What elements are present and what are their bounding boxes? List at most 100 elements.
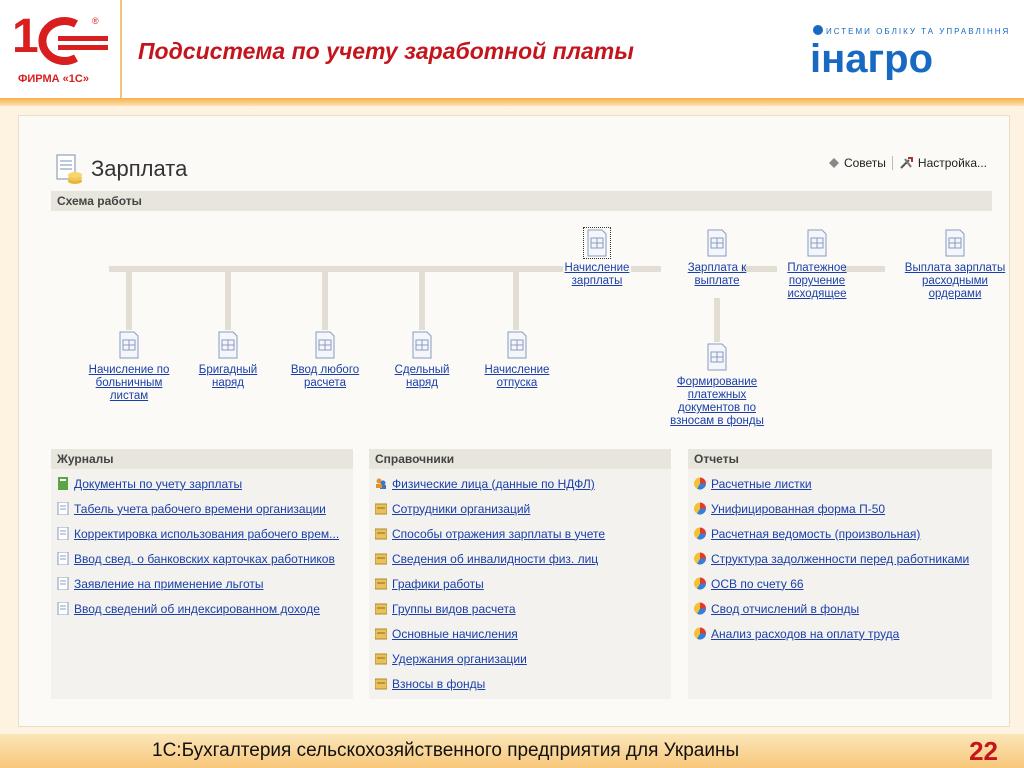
document-icon <box>807 229 827 257</box>
list-item-label: Физические лица (данные по НДФЛ) <box>392 476 595 491</box>
window-toolbar: Советы Настройка... <box>827 156 987 170</box>
slide-footer: 1С:Бухгалтерия сельскохозяйственного пре… <box>0 734 1024 768</box>
list-item[interactable]: Расчетная ведомость (произвольная) <box>688 521 992 546</box>
list-item[interactable]: Расчетные листки <box>688 471 992 496</box>
list-item-label: Анализ расходов на оплату труда <box>711 626 900 641</box>
document-icon <box>57 502 69 515</box>
node-fund-payments[interactable]: Формирование платежных документов по взн… <box>663 342 771 428</box>
reports-panel: Отчеты Расчетные листки Унифицированная … <box>688 449 992 699</box>
node-cash-payout[interactable]: Выплата зарплаты расходными ордерами <box>897 228 1013 301</box>
node-label: Сдельный наряд <box>394 364 450 389</box>
list-item-label: Структура задолженности перед работникам… <box>711 551 970 566</box>
list-item-label: Группы видов расчета <box>392 601 516 616</box>
node-label: Зарплата к выплате <box>687 262 747 287</box>
list-item-label: Табель учета рабочего времени организаци… <box>74 501 326 516</box>
list-item[interactable]: Унифицированная форма П-50 <box>688 496 992 521</box>
list-item-label: Расчетные листки <box>711 476 812 491</box>
node-brigade-order[interactable]: Бригадный наряд <box>185 330 271 390</box>
references-header: Справочники <box>369 449 671 469</box>
list-item[interactable]: Взносы в фонды <box>369 671 671 696</box>
connector <box>513 266 519 330</box>
connector <box>714 298 720 342</box>
list-item-label: Расчетная ведомость (произвольная) <box>711 526 921 541</box>
journals-panel: Журналы Документы по учету зарплаты Табе… <box>51 449 353 699</box>
list-item[interactable]: Ввод сведений об индексированном доходе <box>51 596 353 621</box>
node-label: Выплата зарплаты расходными ордерами <box>904 262 1006 300</box>
catalog-icon <box>375 628 387 640</box>
document-icon <box>218 331 238 359</box>
list-item-label: Свод отчислений в фонды <box>711 601 860 616</box>
node-payment-order[interactable]: Платежное поручение исходящее <box>781 228 853 301</box>
node-any-calculation[interactable]: Ввод любого расчета <box>281 330 369 390</box>
document-icon <box>57 602 69 615</box>
node-payroll-accrual[interactable]: Начисление зарплаты <box>563 227 631 288</box>
header-band <box>0 98 1024 106</box>
connector <box>322 266 328 330</box>
document-icon <box>315 331 335 359</box>
report-icon <box>694 627 706 640</box>
list-item-label: Документы по учету зарплаты <box>74 476 243 491</box>
document-icon <box>707 229 727 257</box>
journal-icon <box>58 477 68 490</box>
list-item[interactable]: Заявление на применение льготы <box>51 571 353 596</box>
settings-button[interactable]: Настройка... <box>899 156 987 170</box>
list-item-label: Способы отражения зарплаты в учете <box>392 526 606 541</box>
list-item[interactable]: Корректировка использования рабочего вре… <box>51 521 353 546</box>
report-icon <box>694 477 706 490</box>
list-item[interactable]: ОСВ по счету 66 <box>688 571 992 596</box>
report-icon <box>694 552 706 565</box>
logo-caption: ФИРМА «1С» <box>18 73 89 85</box>
connector <box>419 266 425 330</box>
inagro-tagline: ИСТЕМИ ОБЛІКУ ТА УПРАВЛІННЯ <box>826 27 1010 36</box>
connector <box>109 266 563 272</box>
page-number: 22 <box>969 736 998 766</box>
document-icon <box>57 527 69 540</box>
scheme-header: Схема работы <box>51 191 992 211</box>
salary-icon <box>56 154 82 184</box>
toolbar-divider <box>891 156 893 170</box>
list-item-label: Удержания организации <box>392 651 527 666</box>
list-item-label: Ввод сведений об индексированном доходе <box>74 601 320 616</box>
list-item[interactable]: Ввод свед. о банковских карточках работн… <box>51 546 353 571</box>
list-item[interactable]: Структура задолженности перед работникам… <box>688 546 992 571</box>
tips-button[interactable]: Советы <box>827 156 886 170</box>
catalog-icon <box>375 678 387 690</box>
report-icon <box>694 577 706 590</box>
list-item[interactable]: Свод отчислений в фонды <box>688 596 992 621</box>
connector <box>126 266 132 330</box>
list-item[interactable]: Анализ расходов на оплату труда <box>688 621 992 646</box>
list-item[interactable]: Удержания организации <box>369 646 671 671</box>
references-panel: Справочники Физические лица (данные по Н… <box>369 449 671 699</box>
list-item[interactable]: Документы по учету зарплаты <box>51 471 353 496</box>
node-piecework-order[interactable]: Сдельный наряд <box>379 330 465 390</box>
document-icon <box>119 331 139 359</box>
firma-1c-logo: 1 ® ФИРМА «1С» <box>8 8 114 88</box>
tools-icon <box>900 157 913 169</box>
list-item[interactable]: Физические лица (данные по НДФЛ) <box>369 471 671 496</box>
node-vacation-accrual[interactable]: Начисление отпуска <box>475 330 559 390</box>
catalog-icon <box>375 528 387 540</box>
list-item[interactable]: Способы отражения зарплаты в учете <box>369 521 671 546</box>
report-icon <box>694 502 706 515</box>
node-salary-to-pay[interactable]: Зарплата к выплате <box>677 228 757 288</box>
inagro-logo: ИСТЕМИ ОБЛІКУ ТА УПРАВЛІННЯ інагро <box>810 25 1010 80</box>
catalog-icon <box>375 553 387 565</box>
list-item[interactable]: Табель учета рабочего времени организаци… <box>51 496 353 521</box>
node-sick-leave[interactable]: Начисление по больничным листам <box>81 330 177 403</box>
list-item-label: ОСВ по счету 66 <box>711 576 804 591</box>
catalog-icon <box>375 578 387 590</box>
list-item[interactable]: Группы видов расчета <box>369 596 671 621</box>
inagro-name: інагро <box>810 37 933 80</box>
list-item-label: Взносы в фонды <box>392 676 486 691</box>
list-item[interactable]: Основные начисления <box>369 621 671 646</box>
list-item[interactable]: Графики работы <box>369 571 671 596</box>
slide-title: Подсистема по учету заработной платы <box>138 38 634 64</box>
node-label: Начисление отпуска <box>484 364 550 389</box>
document-icon <box>57 577 69 590</box>
node-label: Формирование платежных документов по взн… <box>670 376 764 427</box>
list-item[interactable]: Сотрудники организаций <box>369 496 671 521</box>
node-label: Ввод любого расчета <box>290 364 360 389</box>
document-icon <box>945 229 965 257</box>
list-item[interactable]: Сведения об инвалидности физ. лиц <box>369 546 671 571</box>
report-icon <box>694 527 706 540</box>
